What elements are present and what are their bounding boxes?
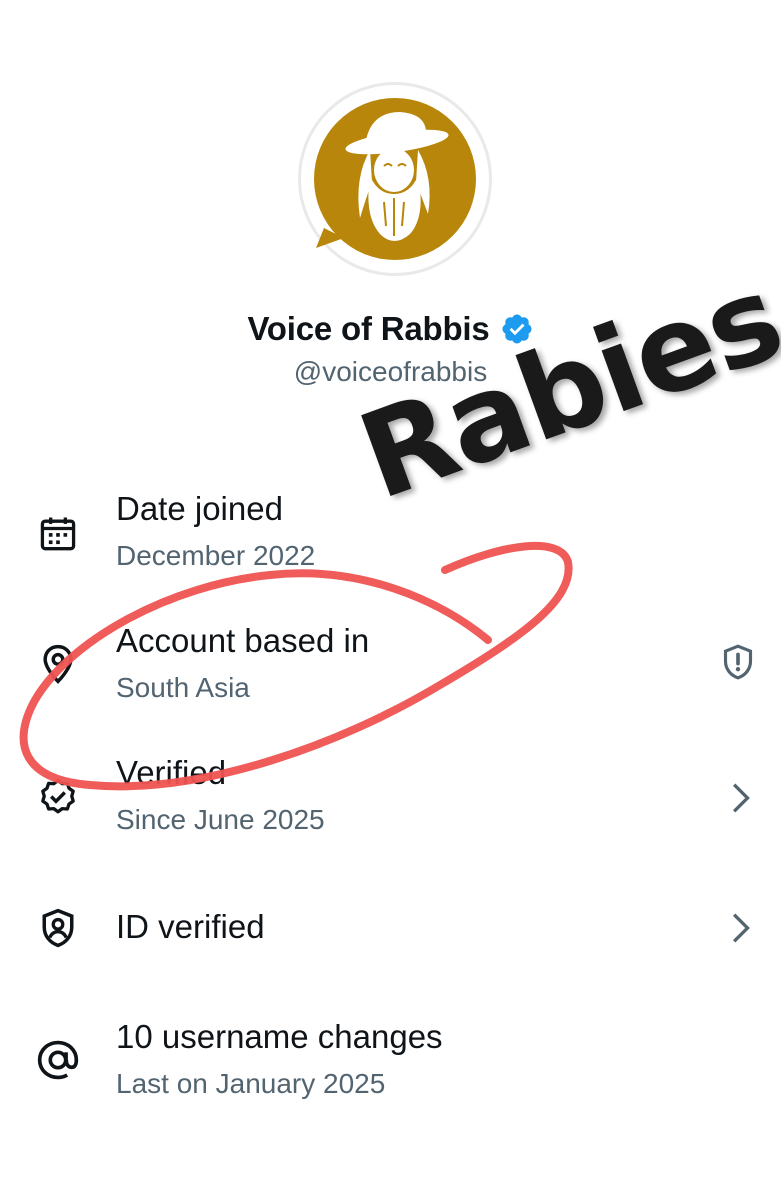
rabies-annotation-text: Rabies [342, 247, 781, 526]
row-title: Verified [116, 754, 227, 791]
chevron-right-icon[interactable] [720, 906, 760, 950]
row-subtitle: Last on January 2025 [116, 1068, 386, 1099]
row-subtitle: December 2022 [116, 540, 316, 571]
row-title: Account based in [116, 622, 370, 659]
avatar[interactable] [314, 98, 476, 260]
display-name: Voice of Rabbis [247, 310, 490, 347]
id-shield-icon [42, 908, 74, 948]
location-pin-icon [43, 644, 73, 684]
row-title: Date joined [116, 490, 283, 527]
verified-seal-icon [41, 778, 75, 814]
row-title: ID verified [116, 908, 265, 945]
calendar-icon [40, 517, 76, 551]
chevron-right-icon[interactable] [720, 776, 760, 820]
row-title: 10 username changes [116, 1018, 443, 1055]
at-sign-icon [37, 1040, 79, 1080]
row-subtitle: Since June 2025 [116, 804, 325, 835]
row-subtitle: South Asia [116, 672, 250, 703]
shield-alert-icon[interactable] [718, 640, 758, 684]
